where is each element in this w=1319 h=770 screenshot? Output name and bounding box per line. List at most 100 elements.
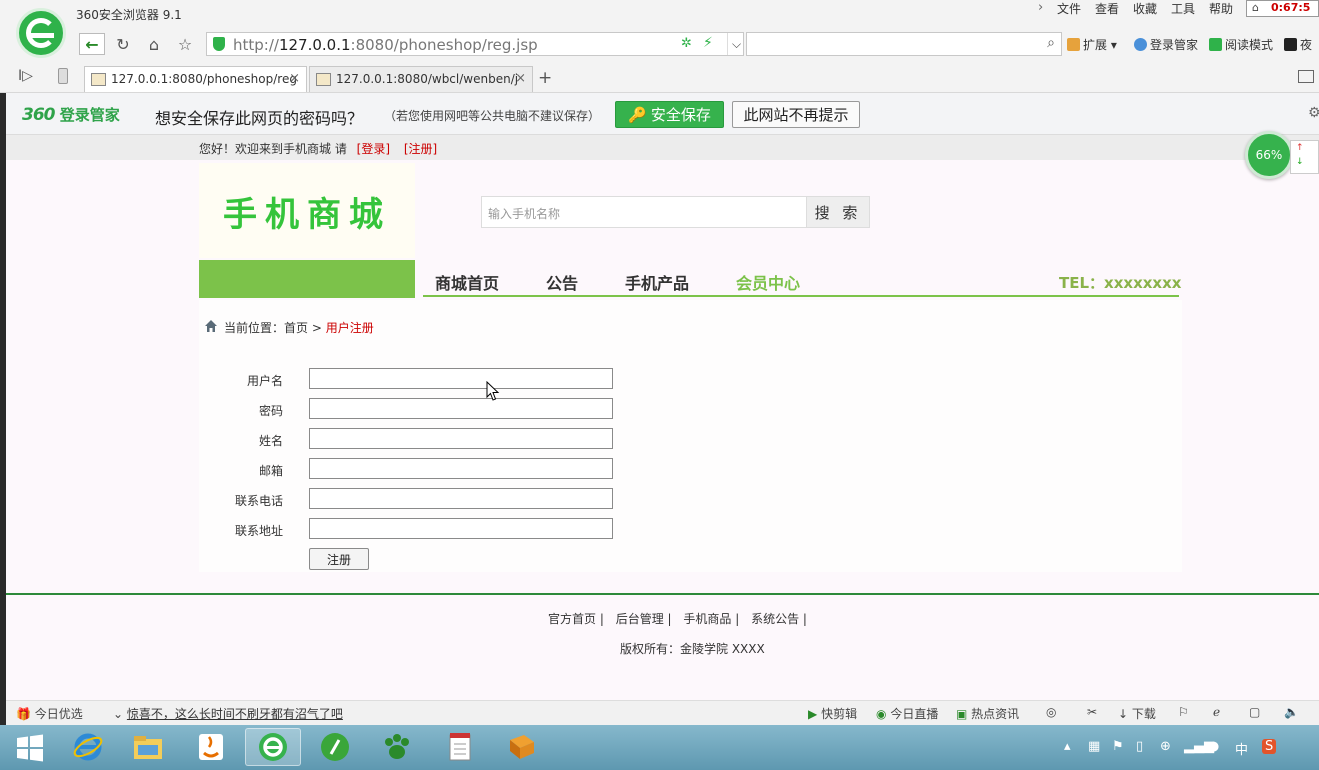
- chevron-down-icon: ⌄: [113, 707, 124, 721]
- extensions-button[interactable]: 扩展 ▾: [1067, 36, 1117, 53]
- window-icon[interactable]: ▢: [1249, 705, 1260, 719]
- address-label: 联系地址: [234, 524, 283, 538]
- footer-links: 官方首页 | 后台管理 | 手机商品 | 系统公告 |: [548, 610, 815, 627]
- tray-battery-icon[interactable]: ▯: [1136, 739, 1143, 754]
- java-icon[interactable]: [183, 728, 239, 766]
- paw-app-icon[interactable]: [369, 728, 425, 766]
- close-icon[interactable]: ×: [289, 71, 300, 86]
- ime-indicator[interactable]: 中: [1235, 739, 1248, 758]
- never-remind-button[interactable]: 此网站不再提示: [732, 101, 860, 128]
- chevron-right-icon[interactable]: ›: [1038, 0, 1043, 15]
- speaker-icon[interactable]: 🔈: [1284, 705, 1299, 719]
- page-favicon-icon: [91, 73, 106, 86]
- ie-mode-icon[interactable]: ℯ: [1213, 705, 1220, 719]
- flag-icon[interactable]: ⚐: [1178, 705, 1189, 719]
- download-button[interactable]: ↓ 下载: [1118, 705, 1156, 722]
- footer-divider: [6, 593, 1319, 595]
- address-path: :8080/phoneshop/reg.jsp: [350, 36, 538, 54]
- email-field[interactable]: [309, 458, 613, 479]
- login-manager-button[interactable]: 登录管家: [1134, 36, 1198, 53]
- address-bar[interactable]: http://127.0.0.1:8080/phoneshop/reg.jsp …: [206, 32, 744, 56]
- tray-expand-icon[interactable]: ▴: [1064, 739, 1071, 754]
- news-link[interactable]: 惊喜不，这么长时间不刷牙都有沼气了吧: [127, 707, 343, 721]
- nav-member-center[interactable]: 会员中心: [736, 270, 800, 294]
- close-icon[interactable]: ×: [515, 71, 526, 86]
- page-favicon-icon: [316, 73, 331, 86]
- phone-label: 联系电话: [234, 494, 283, 508]
- search-button[interactable]: 搜 索: [806, 196, 870, 228]
- home-icon[interactable]: ⌂: [141, 33, 167, 55]
- realname-field[interactable]: [309, 428, 613, 449]
- chevron-down-icon[interactable]: ⌵: [727, 33, 745, 55]
- quick-clip-button[interactable]: ▶ 快剪辑: [808, 705, 857, 722]
- address-field[interactable]: [309, 518, 613, 539]
- tray-app-icon[interactable]: ▦: [1088, 739, 1100, 754]
- refresh-icon[interactable]: ↻: [110, 33, 136, 55]
- mouse-cursor-icon: [486, 381, 500, 401]
- news-ticker[interactable]: ⌄ 惊喜不，这么长时间不刷牙都有沼气了吧: [113, 705, 343, 722]
- hot-news-button[interactable]: ▣ 热点资讯: [956, 705, 1019, 722]
- search-icon[interactable]: ⌕: [1047, 35, 1055, 51]
- menu-favorites[interactable]: 收藏: [1133, 0, 1157, 17]
- tab-wbcl-wenben[interactable]: 127.0.0.1:8080/wbcl/wenben/j ×: [309, 66, 533, 92]
- save-password-label: 安全保存: [650, 106, 711, 124]
- footer-link-home[interactable]: 官方首页 |: [548, 612, 604, 626]
- reading-mode-button[interactable]: 阅读模式: [1209, 36, 1273, 53]
- app-icon-green[interactable]: [307, 728, 363, 766]
- footer-link-notices[interactable]: 系统公告 |: [751, 612, 807, 626]
- qq-icon[interactable]: ◕: [1208, 739, 1219, 754]
- browser-search-input[interactable]: ⌕: [746, 32, 1062, 56]
- password-save-bar: 360 登录管家 想安全保存此网页的密码吗？ （若您使用网吧等公共电脑不建议保存…: [0, 93, 1319, 135]
- address-text[interactable]: http://127.0.0.1:8080/phoneshop/reg.jsp: [233, 36, 538, 54]
- ie-icon[interactable]: [60, 728, 116, 766]
- sogou-input-icon[interactable]: S: [1262, 739, 1277, 754]
- save-password-button[interactable]: 🔑 安全保存: [615, 101, 724, 128]
- new-tab-button[interactable]: +: [538, 68, 552, 88]
- today-pick-button[interactable]: 🎁 今日优选: [16, 705, 83, 722]
- lightning-icon[interactable]: ⚡: [703, 35, 713, 51]
- notepad-icon[interactable]: [432, 728, 488, 766]
- site-logo[interactable]: 手机商城: [199, 163, 415, 258]
- today-pick-label: 今日优选: [34, 707, 83, 721]
- speedup-icon[interactable]: ◎: [1046, 705, 1056, 719]
- copyright-text: 版权所有：金陵学院 XXXX: [620, 642, 765, 656]
- clock-widget: ⌂ 0:67:5: [1246, 0, 1319, 17]
- phone-search-input[interactable]: 输入手机名称: [481, 196, 807, 228]
- login-link[interactable]: [登录]: [357, 142, 390, 156]
- pin-icon[interactable]: ✂: [1087, 705, 1097, 719]
- speed-ball-widget[interactable]: 66%: [1245, 131, 1293, 179]
- login-manager-label: 登录管家: [1150, 38, 1199, 52]
- sidebar-toggle-icon[interactable]: I▷: [18, 68, 33, 84]
- breadcrumb-home[interactable]: 首页: [284, 321, 308, 335]
- footer-link-products[interactable]: 手机商品 |: [683, 612, 739, 626]
- phone-field[interactable]: [309, 488, 613, 509]
- register-link[interactable]: [注册]: [404, 142, 437, 156]
- phone-icon[interactable]: [58, 68, 68, 84]
- nav-home[interactable]: 商城首页: [435, 270, 499, 294]
- menu-view[interactable]: 查看: [1095, 0, 1119, 17]
- nav-phones[interactable]: 手机产品: [625, 270, 689, 294]
- window-restore-icon[interactable]: [1298, 70, 1314, 83]
- footer-link-admin[interactable]: 后台管理 |: [616, 612, 672, 626]
- star-icon[interactable]: ☆: [172, 33, 198, 55]
- menu-tools[interactable]: 工具: [1171, 0, 1195, 17]
- recycle-icon[interactable]: ✲: [681, 36, 692, 51]
- menu-file[interactable]: 文件: [1057, 0, 1081, 17]
- tab-phoneshop-reg[interactable]: 127.0.0.1:8080/phoneshop/reg ×: [84, 66, 307, 92]
- register-button[interactable]: 注册: [309, 548, 369, 570]
- tray-360-icon[interactable]: ⊕: [1160, 739, 1171, 754]
- live-button[interactable]: ◉ 今日直播: [876, 705, 938, 722]
- night-mode-button[interactable]: 夜: [1284, 36, 1312, 53]
- username-field[interactable]: [309, 368, 613, 389]
- nav-notices[interactable]: 公告: [546, 270, 578, 294]
- menu-help[interactable]: 帮助: [1209, 0, 1233, 17]
- password-field[interactable]: [309, 398, 613, 419]
- gear-icon[interactable]: ⚙: [1308, 105, 1319, 121]
- windows-start-icon[interactable]: [15, 733, 45, 763]
- tray-flag-icon[interactable]: ⚑: [1112, 739, 1124, 754]
- site-logo-text: 手机商城: [223, 195, 391, 235]
- file-explorer-icon[interactable]: [120, 728, 176, 766]
- back-button[interactable]: ←: [79, 33, 105, 55]
- book-app-icon[interactable]: [494, 728, 550, 766]
- 360-browser-task-icon[interactable]: [245, 728, 301, 766]
